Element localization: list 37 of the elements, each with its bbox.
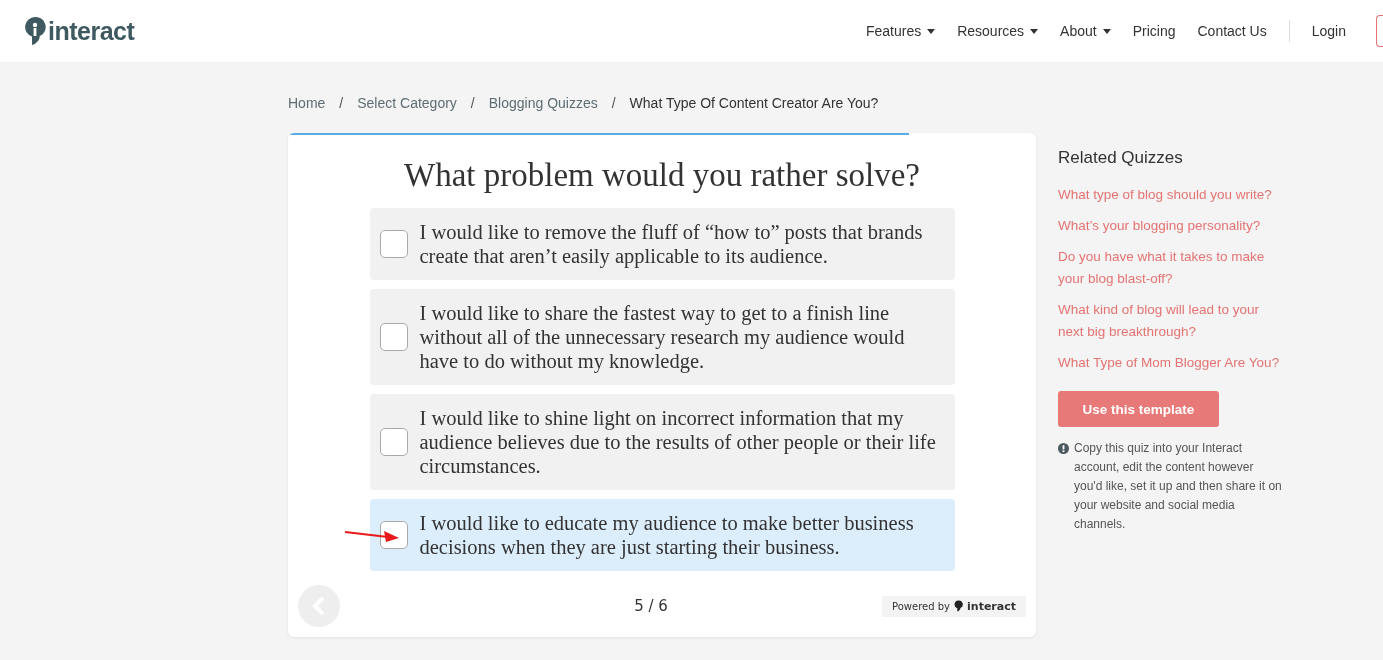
arrow-icon: [343, 528, 400, 542]
answer-option[interactable]: I would like to remove the fluff of “how to” posts that brands create that aren’t easily applicable to its audience.: [369, 208, 955, 280]
nav-link[interactable]: Resources: [957, 23, 1039, 39]
breadcrumb-link[interactable]: Blogging Quizzes: [488, 95, 598, 111]
logo-icon: [24, 16, 46, 46]
question-title: What problem would you rather solve?: [404, 157, 920, 194]
answer-text: I would like to shine light on incorrect information that my audience believes due to the results of other people or their life circumstances.: [419, 406, 937, 478]
checkbox[interactable]: [379, 230, 408, 258]
nav-link[interactable]: Features: [865, 23, 936, 39]
breadcrumb-link[interactable]: Select Category: [357, 95, 457, 111]
breadcrumb-separator: /: [339, 95, 344, 111]
header-button[interactable]: [1376, 15, 1383, 47]
answer-text: I would like to share the fastest way to get to a finish line without all of the unnecessary research my audience would have to do without my knowledge.: [419, 301, 906, 373]
checkbox[interactable]: [379, 428, 408, 456]
page-counter: 5 / 6: [634, 597, 668, 615]
breadcrumb-link[interactable]: What Type Of Content Creator Are You?: [629, 95, 879, 111]
nav-link[interactable]: Pricing: [1132, 23, 1176, 39]
logo-text[interactable]: interact: [48, 16, 135, 46]
note-text: Copy this quiz into your Interact account, edit the content however you'd like, set it up and then share it on your website and social media channels.: [1074, 440, 1283, 533]
breadcrumb-separator: /: [470, 95, 475, 111]
powered-by-label: Powered by: [892, 600, 951, 612]
answer-option[interactable]: I would like to share the fastest way to get to a finish line without all of the unnecessary research my audience would have to do without my knowledge.: [369, 289, 955, 385]
info-icon: [1058, 443, 1069, 454]
nav-link[interactable]: About: [1060, 23, 1111, 39]
breadcrumb-link[interactable]: Home: [288, 95, 326, 111]
powered-by-badge[interactable]: Powered by interact: [882, 595, 1026, 617]
sidebar-title: Related Quizzes: [1058, 148, 1184, 168]
nav-link[interactable]: Contact Us: [1197, 23, 1267, 39]
checkbox[interactable]: [379, 323, 408, 351]
breadcrumb-separator: /: [611, 95, 616, 111]
answer-option[interactable]: I would like to shine light on incorrect information that my audience believes due to the results of other people or their life circumstances.: [369, 394, 955, 490]
answer-text: I would like to educate my audience to make better business decisions when they are just starting their business.: [419, 511, 915, 559]
logo-icon: [954, 600, 964, 612]
answer-option[interactable]: I would like to educate my audience to make better business decisions when they are just starting their business.: [369, 499, 955, 571]
answer-text: I would like to remove the fluff of “how to” posts that brands create that aren’t easily applicable to its audience.: [419, 220, 924, 268]
brand-name: interact: [967, 599, 1016, 613]
login-link[interactable]: Login: [1311, 23, 1346, 39]
